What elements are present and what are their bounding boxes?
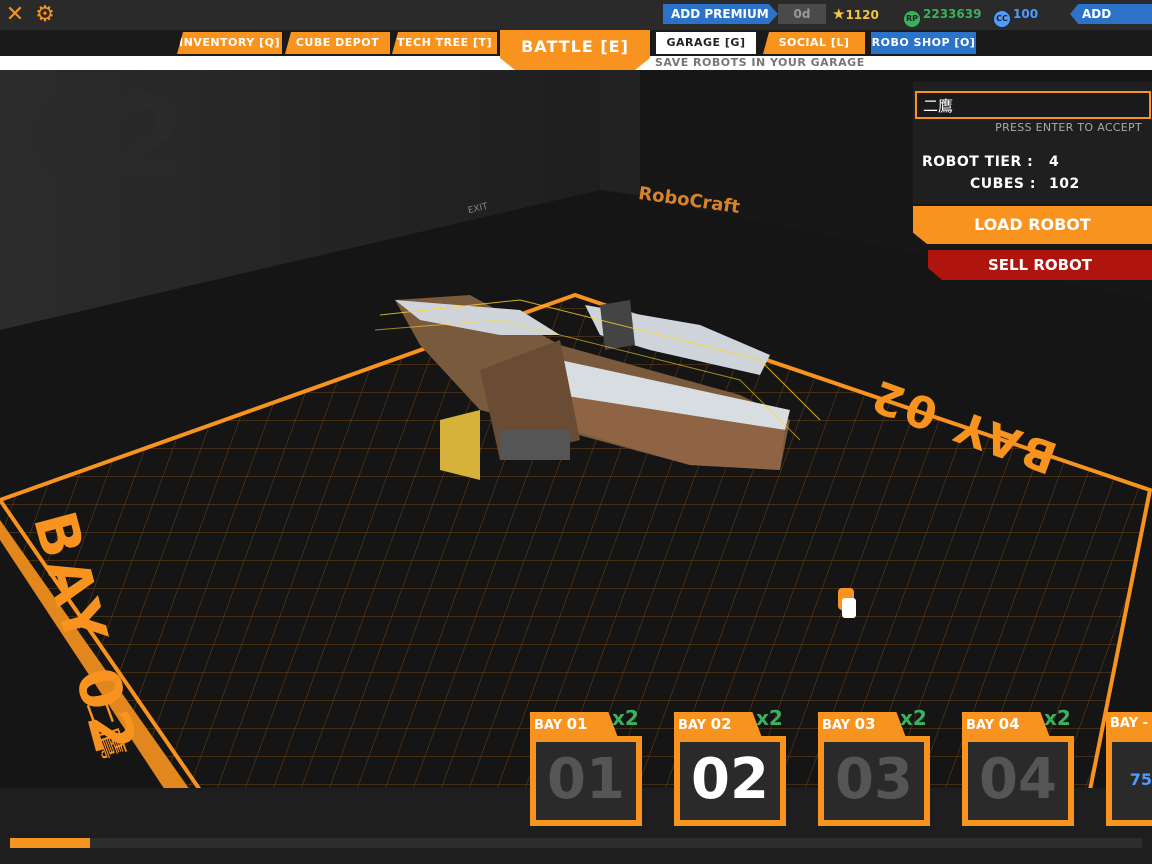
- bay-multiplier: x2: [1044, 706, 1071, 730]
- robits-value: 2233639: [923, 7, 982, 21]
- bay-big-number: 75: [1112, 742, 1152, 820]
- cosmetic-credits: CC 100: [994, 4, 1039, 27]
- bay-label: BAY -: [1110, 716, 1149, 731]
- bay-label: BAY: [822, 718, 851, 733]
- bay-card-01[interactable]: BAY 01 x2 01: [530, 706, 642, 826]
- add-funds-button[interactable]: ADD FUNDS: [1070, 4, 1152, 24]
- robits: RP 2233639: [904, 4, 982, 27]
- tab-garage[interactable]: GARAGE [G]: [656, 32, 756, 54]
- sell-robot-button[interactable]: SELL ROBOT: [928, 250, 1152, 280]
- premium-days: 0d: [778, 4, 826, 24]
- cubes-value: 102: [1049, 176, 1080, 192]
- press-enter-hint: PRESS ENTER TO ACCEPT: [995, 121, 1142, 134]
- bay-body: 04: [962, 736, 1074, 826]
- bay-card-02[interactable]: BAY 02 x2 02: [674, 706, 786, 826]
- garage-hint: SAVE ROBOTS IN YOUR GARAGE: [655, 56, 865, 69]
- bay-card-next[interactable]: BAY - 75: [1106, 712, 1152, 826]
- tab-inventory[interactable]: INVENTORY [Q]: [177, 32, 282, 54]
- tech-points: ★1120: [832, 4, 879, 24]
- wall-bay-number: 02: [30, 73, 192, 201]
- bay-body: 03: [818, 736, 930, 826]
- bay-card-03[interactable]: BAY 03 x2 03: [818, 706, 930, 826]
- tab-battle[interactable]: BATTLE [E]: [500, 30, 650, 70]
- bay-big-number: 03: [824, 742, 924, 820]
- tab-social[interactable]: SOCIAL [L]: [763, 32, 865, 54]
- bay-multiplier: x2: [900, 706, 927, 730]
- gear-icon[interactable]: ⚙: [32, 2, 58, 28]
- tab-robo-shop[interactable]: ROBO SHOP [O]: [871, 32, 976, 54]
- bay-big-number: 01: [536, 742, 636, 820]
- robot-name-input[interactable]: [915, 91, 1151, 119]
- tab-tech-tree[interactable]: TECH TREE [T]: [392, 32, 497, 54]
- cubes-label: CUBES :: [970, 176, 1036, 192]
- bay-big-number: 02: [680, 742, 780, 820]
- bay-multiplier: x2: [612, 706, 639, 730]
- add-premium-button[interactable]: ADD PREMIUM: [663, 4, 778, 24]
- bay-card-04[interactable]: BAY 04 x2 04: [962, 706, 1074, 826]
- bay-body: 01: [530, 736, 642, 826]
- tech-points-value: 1120: [845, 8, 879, 22]
- bay-body: 75: [1106, 736, 1152, 826]
- bay-num: 04: [998, 715, 1020, 733]
- tab-cube-depot[interactable]: CUBE DEPOT [C]: [285, 32, 390, 54]
- close-icon[interactable]: ✕: [2, 2, 28, 28]
- garage-scene: 02 RoboCraft EXIT BAY 02 BAY 02 二鷹 ✕ ⚙ A…: [0, 0, 1152, 864]
- bay-multiplier: x2: [756, 706, 783, 730]
- bay-label: BAY: [678, 718, 707, 733]
- robot-tier-value: 4: [1049, 154, 1060, 170]
- star-icon: ★: [832, 5, 846, 23]
- cc-value: 100: [1013, 7, 1039, 21]
- bay-body: 02: [674, 736, 786, 826]
- bay-num: 03: [854, 715, 876, 733]
- robits-icon: RP: [904, 11, 920, 27]
- bay-label: BAY: [966, 718, 995, 733]
- load-robot-button[interactable]: LOAD ROBOT: [913, 206, 1152, 244]
- bay-header: BAY -: [1106, 712, 1152, 736]
- bay-num: 01: [566, 715, 588, 733]
- robot-tier-label: ROBOT TIER :: [922, 154, 1034, 170]
- bay-big-number: 04: [968, 742, 1068, 820]
- bay-scrollbar-thumb[interactable]: [10, 838, 90, 848]
- bay-scrollbar-track[interactable]: [10, 838, 1142, 848]
- bay-label: BAY: [534, 718, 563, 733]
- cc-icon: CC: [994, 11, 1010, 27]
- bay-num: 02: [710, 715, 732, 733]
